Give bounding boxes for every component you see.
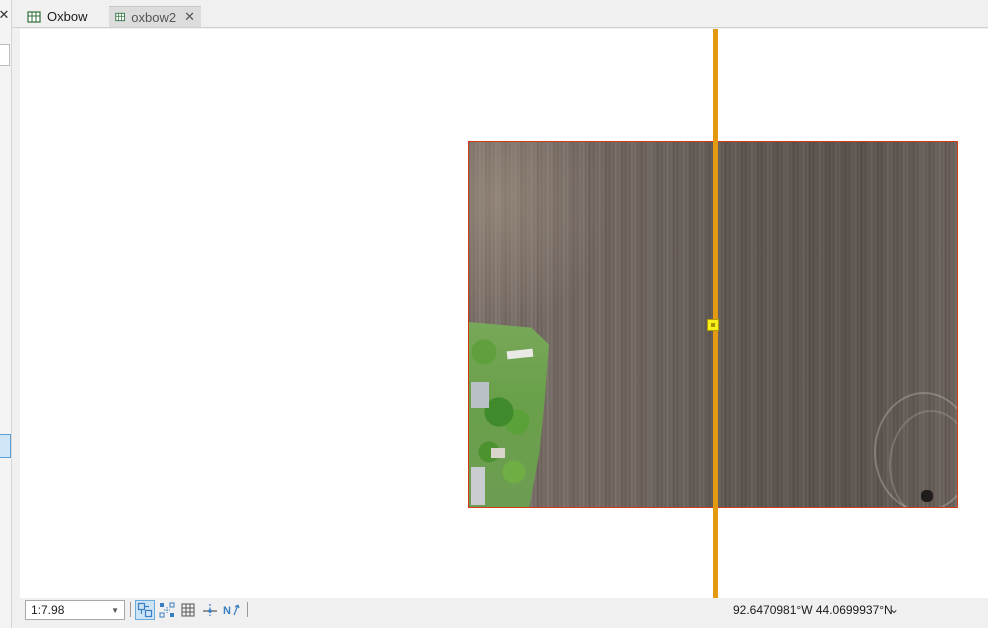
constraint-button[interactable] xyxy=(200,600,220,620)
polyline-feature[interactable] xyxy=(713,29,718,598)
separator xyxy=(247,602,248,617)
tab-oxbow[interactable]: Oxbow xyxy=(21,6,111,27)
north-arrow-button[interactable]: N xyxy=(222,600,242,620)
map-status-bar: 1:7.98 ▼ N 92.6470981°W 44.0699937°N ⌄ xyxy=(20,598,988,628)
arcgis-map-window: ✕ Oxbow oxbow2 ✕ 1:7.98 ▼ N 92.6470981°W… xyxy=(0,0,988,628)
tab-label: oxbow2 xyxy=(131,9,177,25)
select-vertices-icon xyxy=(159,602,175,618)
close-icon[interactable]: ✕ xyxy=(0,8,10,22)
building xyxy=(471,382,489,408)
building xyxy=(491,448,505,458)
chevron-down-icon: ▼ xyxy=(111,605,119,615)
grid-icon xyxy=(181,603,195,617)
scale-value: 1:7.98 xyxy=(31,603,65,617)
vertex-handle[interactable] xyxy=(707,319,719,331)
building xyxy=(471,467,485,505)
contents-pane-field[interactable] xyxy=(0,44,10,66)
select-vertices-button[interactable] xyxy=(157,600,177,620)
vehicle xyxy=(921,490,933,502)
coordinate-readout: 92.6470981°W 44.0699937°N xyxy=(733,603,893,617)
field-texture xyxy=(469,142,609,332)
scale-dropdown[interactable]: 1:7.98 ▼ xyxy=(25,600,125,620)
snapping-button[interactable] xyxy=(135,600,155,620)
constraint-icon xyxy=(203,604,217,616)
map-icon xyxy=(27,10,41,23)
vertex-center xyxy=(710,322,715,327)
map-view[interactable] xyxy=(20,29,988,598)
north-arrow-icon: N xyxy=(223,604,240,617)
tab-label: Oxbow xyxy=(47,9,88,24)
tab-oxbow2[interactable]: oxbow2 ✕ xyxy=(109,6,201,27)
snapping-icon xyxy=(137,602,153,618)
separator xyxy=(130,602,131,617)
svg-text:N: N xyxy=(223,605,231,617)
map-icon xyxy=(115,12,125,22)
close-tab-icon[interactable]: ✕ xyxy=(184,9,195,25)
contents-pane-selected-item[interactable] xyxy=(0,434,11,458)
view-tab-bar: Oxbow oxbow2 ✕ xyxy=(12,0,988,28)
chevron-down-icon[interactable]: ⌄ xyxy=(889,602,899,616)
contents-pane-edge: ✕ xyxy=(0,0,12,628)
grid-button[interactable] xyxy=(178,600,198,620)
